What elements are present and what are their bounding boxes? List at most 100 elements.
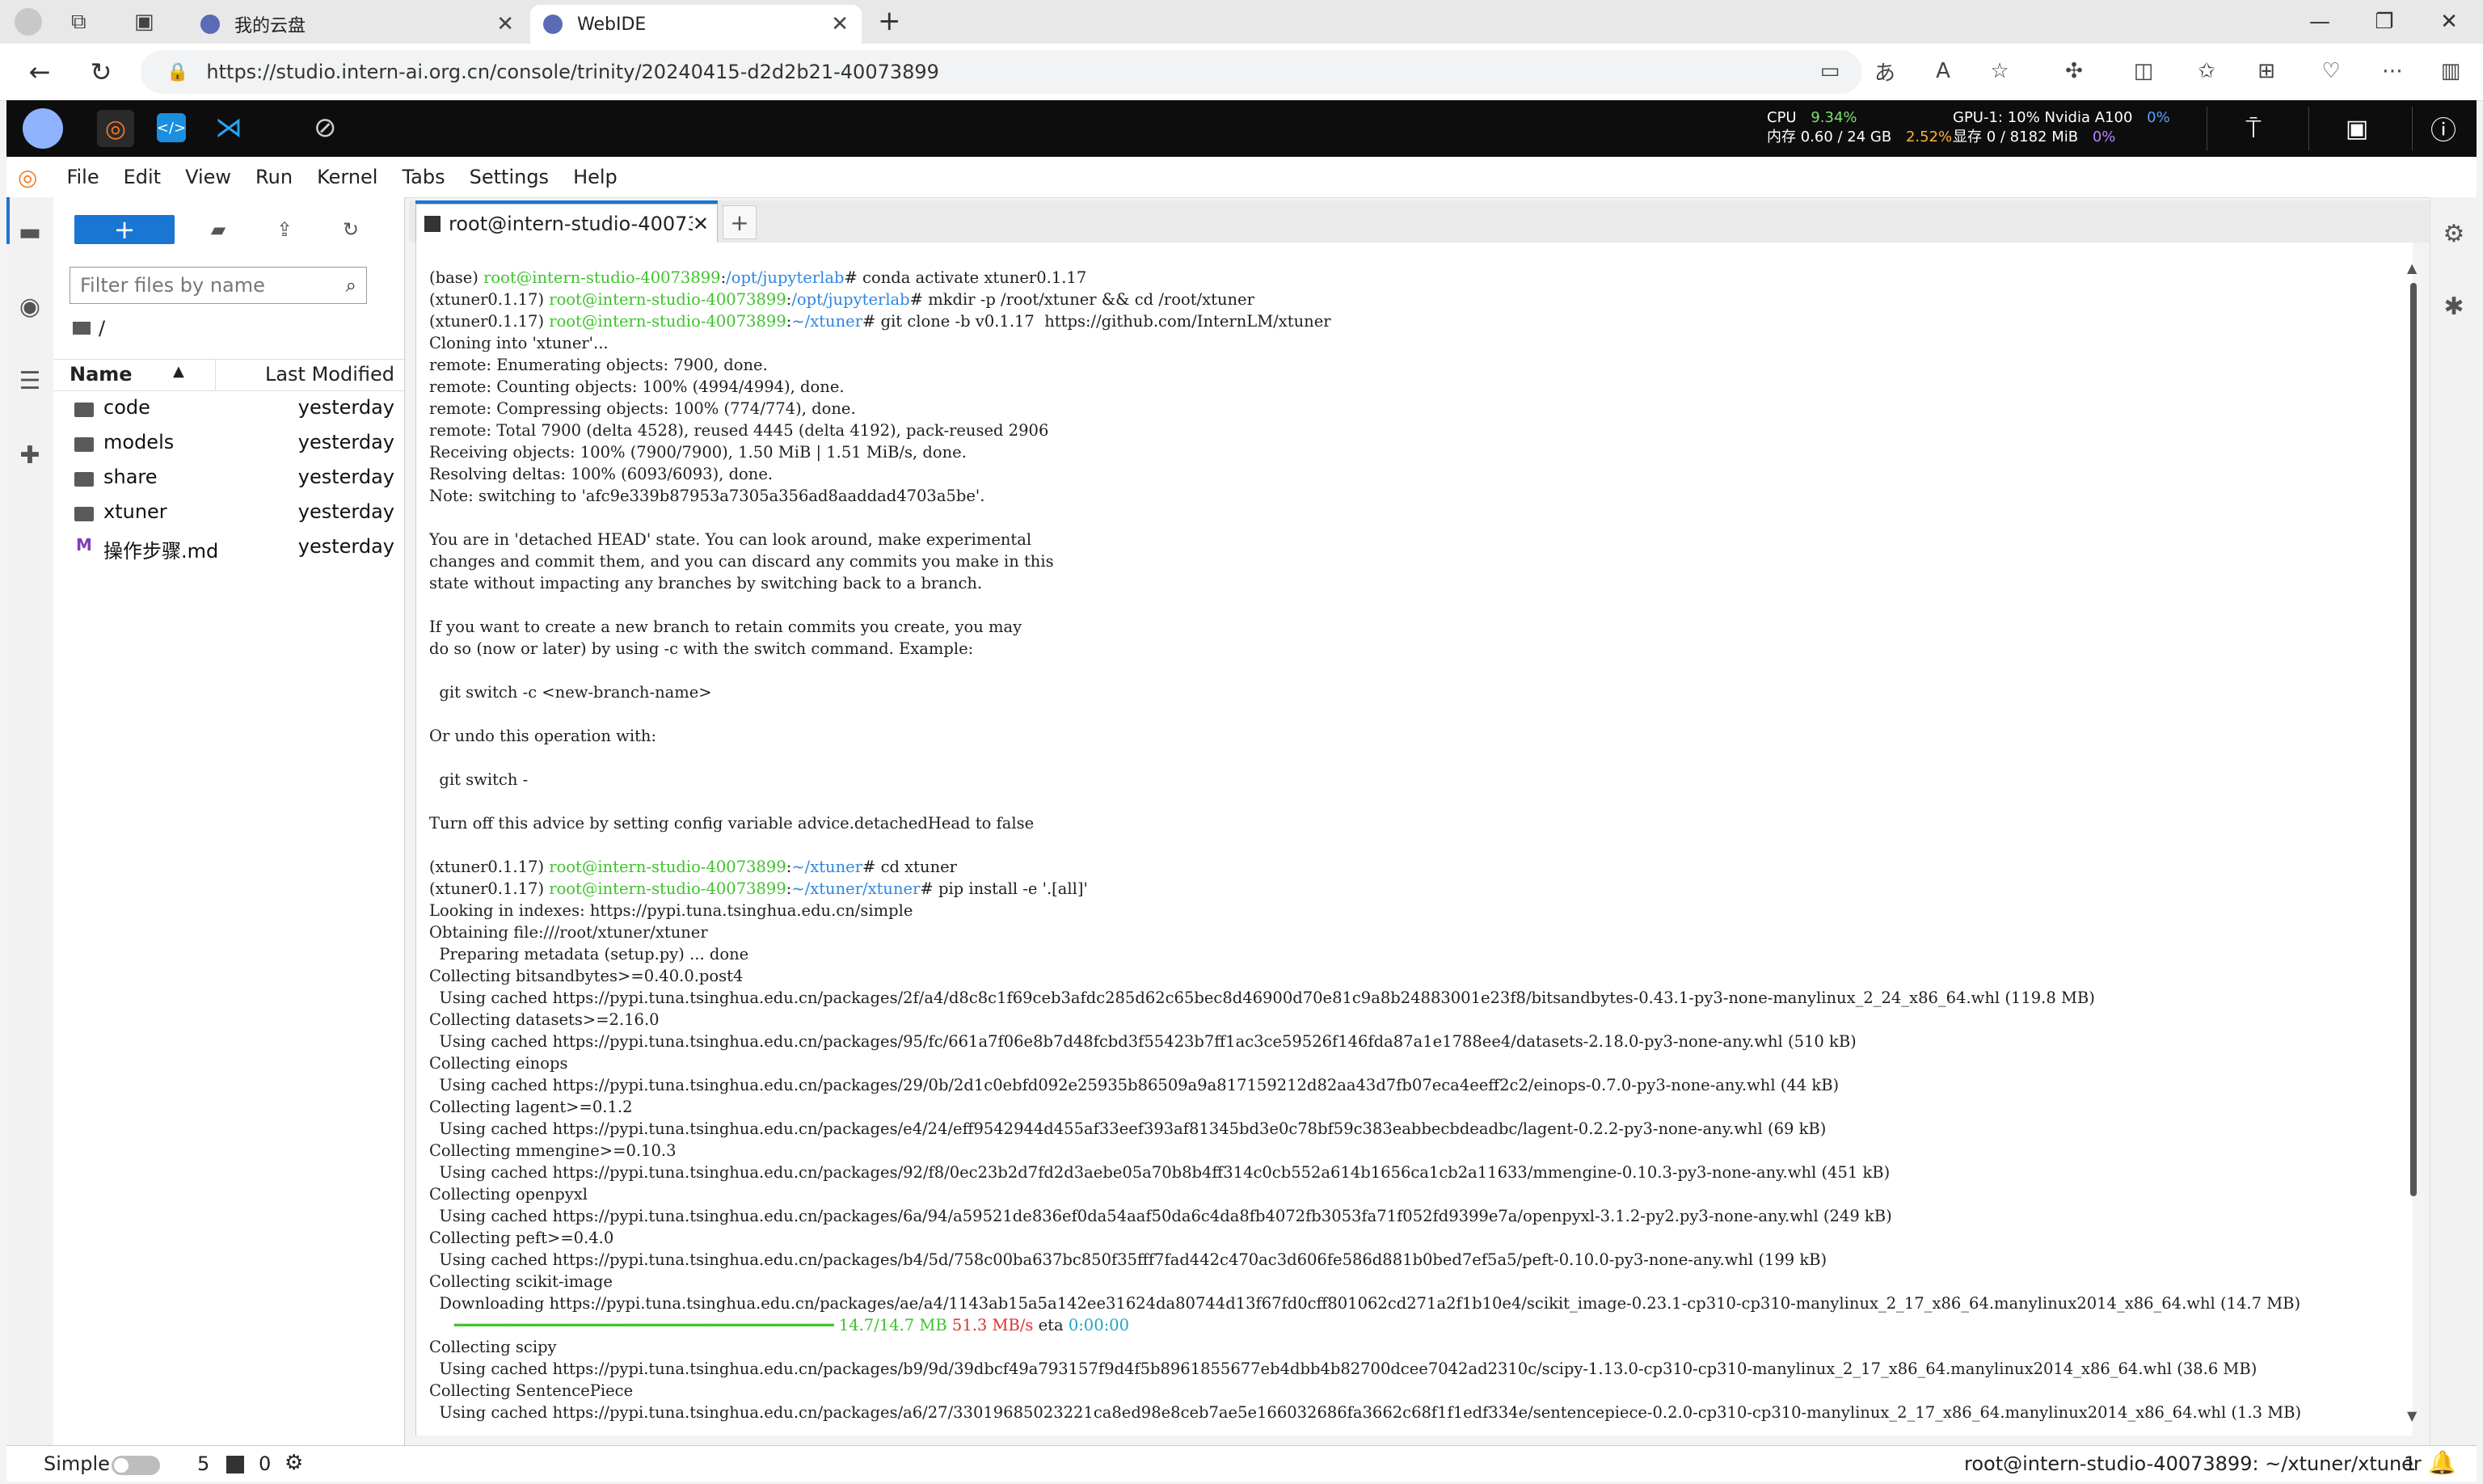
sidebar-toggle-icon[interactable]: ▥: [2435, 55, 2467, 87]
name-column-header[interactable]: Name: [70, 363, 133, 386]
compass-icon[interactable]: ⊘: [314, 112, 337, 144]
scroll-up-arrow-icon[interactable]: ▲: [2407, 260, 2417, 276]
kernel-status-icon[interactable]: ⚙: [285, 1451, 303, 1475]
terminal-line: remote: Total 7900 (delta 4528), reused …: [429, 421, 1048, 440]
menu-file[interactable]: File: [66, 166, 99, 188]
menu-kernel[interactable]: Kernel: [317, 166, 377, 188]
vscode-icon[interactable]: ⋊: [215, 112, 242, 144]
file-row-xtuner[interactable]: xtuner yesterday: [53, 495, 404, 530]
minimize-button[interactable]: —: [2287, 0, 2352, 44]
terminal-tab[interactable]: root@intern-studio-40073 ✕: [415, 204, 718, 242]
split-screen-icon[interactable]: ◫: [2127, 55, 2160, 87]
back-arrow-icon[interactable]: ←: [19, 52, 60, 92]
terminal-line: Or undo this operation with:: [429, 727, 656, 745]
terminal-line: Collecting peft>=0.4.0: [429, 1229, 613, 1247]
new-folder-icon[interactable]: ▰: [202, 215, 234, 244]
kernel-count[interactable]: 5: [197, 1452, 209, 1475]
intern-logo-icon[interactable]: [23, 108, 63, 149]
close-window-button[interactable]: ✕: [2417, 0, 2481, 44]
translate-icon[interactable]: あ: [1869, 55, 1901, 87]
browser-tab-cloud-drive[interactable]: 我的云盘 ✕: [188, 5, 527, 44]
read-aloud-icon[interactable]: A: [1927, 55, 1959, 87]
url-text[interactable]: https://studio.intern-ai.org.cn/console/…: [206, 61, 939, 83]
code-server-icon[interactable]: </>: [157, 113, 186, 142]
close-tab-icon[interactable]: ✕: [496, 12, 514, 36]
favorites-icon[interactable]: ✩: [2190, 55, 2223, 87]
menu-run[interactable]: Run: [255, 166, 293, 188]
terminal-line: changes and commit them, and you can dis…: [429, 552, 1054, 571]
monitor-icon[interactable]: ▣: [2308, 110, 2405, 147]
terminal-count[interactable]: 0: [259, 1452, 271, 1475]
menu-settings[interactable]: Settings: [470, 166, 549, 188]
last-modified-column-header[interactable]: Last Modified: [265, 363, 394, 386]
restore-button[interactable]: ❐: [2352, 0, 2417, 44]
tensorflow-icon[interactable]: ⍑: [2205, 110, 2302, 147]
markdown-file-icon: M: [76, 535, 92, 554]
refresh-files-icon[interactable]: ↻: [335, 215, 367, 244]
running-sessions-icon[interactable]: ◉: [6, 283, 53, 330]
jupyter-app-icon[interactable]: ◎: [97, 110, 134, 147]
file-name: code: [103, 396, 150, 419]
file-row-share[interactable]: share yesterday: [53, 461, 404, 495]
new-tab-button[interactable]: +: [878, 5, 901, 37]
table-of-contents-icon[interactable]: ☰: [6, 357, 53, 404]
sort-asc-icon[interactable]: ▲: [173, 363, 184, 380]
file-name: 操作步骤.md: [103, 540, 219, 563]
file-row-models[interactable]: models yesterday: [53, 426, 404, 461]
terminal-line: Collecting mmengine>=0.10.3: [429, 1141, 677, 1160]
profile-avatar-icon[interactable]: [15, 8, 42, 36]
terminal-line: Receiving objects: 100% (7900/7900), 1.5…: [429, 443, 967, 462]
terminal-segment: Collecting bitsandbytes>=0.40.0.post4: [429, 967, 744, 985]
gpu-label: GPU-1: 10% Nvidia A100: [1953, 109, 2133, 126]
terminal-line: Collecting einops: [429, 1054, 567, 1073]
reader-view-icon[interactable]: ▭: [1814, 55, 1846, 87]
browser-essentials-icon[interactable]: ♡: [2315, 55, 2347, 87]
terminal-segment: ━━━━━━━━━━━━━━━━━━━━━━━━━━━━━━━━━━━━━━━━: [429, 1316, 834, 1334]
filter-files-input[interactable]: Filter files by name ⌕: [70, 267, 367, 304]
menu-help[interactable]: Help: [573, 166, 618, 188]
refresh-icon[interactable]: ↻: [81, 52, 121, 92]
file-browser-folder-icon[interactable]: ▬: [6, 209, 53, 255]
terminal-segment: # mkdir -p /root/xtuner && cd /root/xtun…: [909, 290, 1254, 309]
terminal-panel[interactable]: (base) root@intern-studio-40073899:/opt/…: [415, 242, 2413, 1436]
extensions-icon[interactable]: ✣: [2058, 55, 2090, 87]
url-bar[interactable]: 🔒 https://studio.intern-ai.org.cn/consol…: [141, 50, 1862, 94]
new-launcher-button[interactable]: +: [74, 214, 175, 245]
collections-icon[interactable]: ⊞: [2250, 55, 2283, 87]
cpu-label: CPU: [1767, 109, 1797, 126]
debugger-bug-icon[interactable]: ✱: [2430, 283, 2477, 330]
terminal-scrollbar-thumb[interactable]: [2410, 283, 2417, 1196]
terminal-segment: Using cached https://pypi.tuna.tsinghua.…: [429, 1076, 1840, 1094]
file-row-markdown[interactable]: M 操作步骤.md yesterday: [53, 530, 404, 565]
terminal-count-icon[interactable]: [226, 1456, 244, 1473]
file-row-code[interactable]: code yesterday: [53, 391, 404, 426]
extensions-puzzle-icon[interactable]: ✚: [6, 432, 53, 479]
scroll-down-arrow-icon[interactable]: ▼: [2407, 1408, 2417, 1423]
property-inspector-gear-icon[interactable]: ⚙: [2430, 210, 2477, 257]
close-tab-icon[interactable]: ✕: [831, 12, 849, 36]
terminal-output[interactable]: (base) root@intern-studio-40073899:/opt/…: [429, 267, 2301, 1423]
close-tab-icon[interactable]: ✕: [693, 213, 709, 235]
breadcrumb[interactable]: /: [73, 317, 105, 339]
breadcrumb-root[interactable]: /: [99, 317, 105, 339]
upload-icon[interactable]: ⇪: [268, 215, 301, 244]
terminal-line: Using cached https://pypi.tuna.tsinghua.…: [429, 1076, 1839, 1094]
simple-mode-toggle[interactable]: [112, 1456, 160, 1475]
info-icon[interactable]: ⓘ: [2415, 110, 2472, 147]
menu-edit[interactable]: Edit: [124, 166, 161, 188]
more-options-icon[interactable]: ⋯: [2376, 55, 2409, 87]
terminal-segment: (xtuner0.1.17): [429, 312, 550, 331]
tab-actions-icon[interactable]: ▣: [134, 10, 154, 34]
favorite-star-icon[interactable]: ☆: [1983, 55, 2016, 87]
terminal-line: Using cached https://pypi.tuna.tsinghua.…: [429, 1360, 2257, 1378]
add-tab-button[interactable]: +: [723, 205, 757, 239]
terminal-line: Using cached https://pypi.tuna.tsinghua.…: [429, 1032, 1856, 1051]
browser-tab-webide[interactable]: WebIDE ✕: [530, 5, 862, 44]
workspaces-icon[interactable]: ⧉: [71, 10, 86, 35]
menu-view[interactable]: View: [185, 166, 231, 188]
menu-tabs[interactable]: Tabs: [402, 166, 445, 188]
notification-count[interactable]: 1: [2404, 1452, 2416, 1475]
terminal-icon: [424, 215, 441, 232]
notification-bell-icon[interactable]: 🔔: [2428, 1449, 2456, 1476]
terminal-segment: /opt/jupyterlab: [791, 290, 910, 309]
